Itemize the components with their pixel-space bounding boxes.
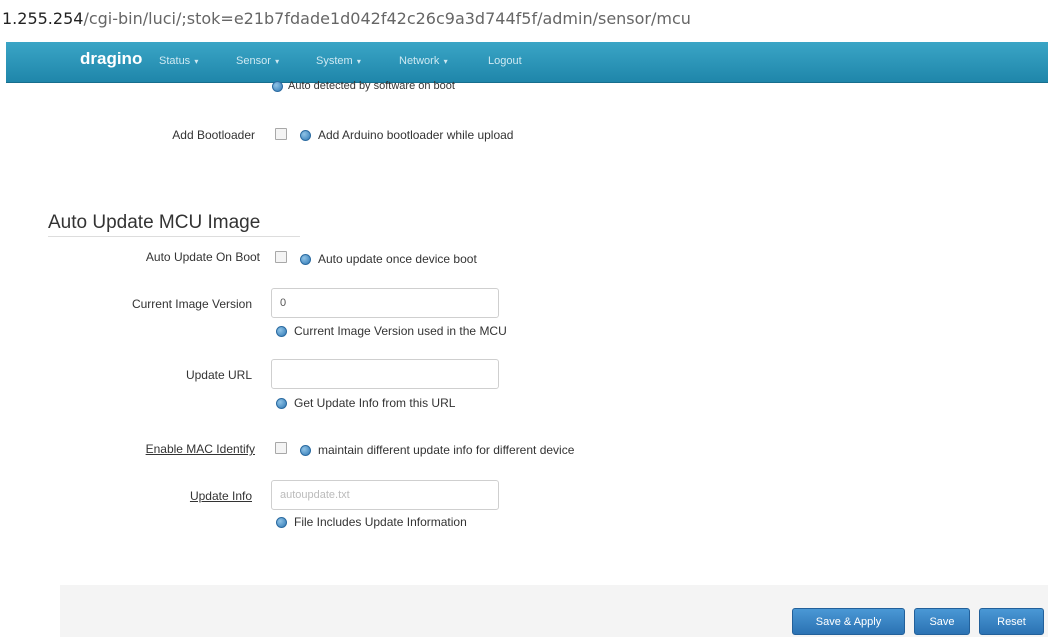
- partial-hint-text: Auto detected by software on boot: [288, 80, 455, 92]
- info-icon: [300, 254, 311, 265]
- reset-button[interactable]: Reset: [979, 608, 1044, 635]
- save-button[interactable]: Save: [914, 608, 970, 635]
- nav-system-menu[interactable]: System ▾: [316, 55, 361, 67]
- address-bar[interactable]: 1.255.254/cgi-bin/luci/;stok=e21b7fdade1…: [0, 0, 1048, 38]
- image-version-input[interactable]: [271, 288, 499, 318]
- chevron-down-icon: ▾: [272, 57, 280, 66]
- mac-identify-label: Enable MAC Identify: [145, 442, 255, 456]
- nav-network-label: Network: [399, 55, 440, 67]
- update-url-input[interactable]: [271, 359, 499, 389]
- nav-system-label: System: [316, 55, 353, 67]
- auto-update-hint: Auto update once device boot: [318, 252, 477, 266]
- nav-sensor-menu[interactable]: Sensor ▾: [236, 55, 279, 67]
- auto-update-checkbox[interactable]: [275, 251, 287, 263]
- info-icon: [276, 326, 287, 337]
- update-info-input[interactable]: [271, 480, 499, 510]
- add-bootloader-hint: Add Arduino bootloader while upload: [318, 128, 514, 142]
- auto-update-label: Auto Update On Boot: [145, 250, 260, 264]
- nav-sensor-label: Sensor: [236, 55, 271, 67]
- update-info-hint: File Includes Update Information: [294, 515, 467, 529]
- mac-identify-checkbox[interactable]: [275, 442, 287, 454]
- nav-status-label: Status: [159, 55, 191, 67]
- section-divider: [48, 236, 300, 237]
- url-host: 1.255.254: [2, 9, 84, 28]
- image-version-label: Current Image Version: [131, 297, 252, 311]
- info-icon: [276, 517, 287, 528]
- mac-identify-hint: maintain different update info for diffe…: [318, 443, 575, 457]
- add-bootloader-label: Add Bootloader: [172, 128, 255, 142]
- nav-network-menu[interactable]: Network ▾: [399, 55, 448, 67]
- info-icon: [300, 130, 311, 141]
- save-apply-button[interactable]: Save & Apply: [792, 608, 905, 635]
- image-version-hint: Current Image Version used in the MCU: [294, 324, 507, 338]
- update-info-label: Update Info: [189, 489, 252, 503]
- section-title: Auto Update MCU Image: [48, 212, 261, 233]
- nav-status-menu[interactable]: Status ▾: [159, 55, 198, 67]
- add-bootloader-checkbox[interactable]: [275, 128, 287, 140]
- chevron-down-icon: ▾: [441, 57, 448, 66]
- nav-logout-link[interactable]: Logout: [488, 55, 522, 67]
- chevron-down-icon: ▾: [354, 57, 361, 66]
- update-url-label: Update URL: [185, 368, 252, 382]
- info-icon: [276, 398, 287, 409]
- brand-logo[interactable]: dragino: [80, 49, 142, 69]
- chevron-down-icon: ▾: [192, 57, 199, 66]
- info-icon: [272, 81, 283, 92]
- info-icon: [300, 445, 311, 456]
- update-url-hint: Get Update Info from this URL: [294, 396, 456, 410]
- url-path: /cgi-bin/luci/;stok=e21b7fdade1d042f42c2…: [83, 9, 691, 28]
- top-navbar: dragino Status ▾ Sensor ▾ System ▾ Netwo…: [6, 42, 1048, 83]
